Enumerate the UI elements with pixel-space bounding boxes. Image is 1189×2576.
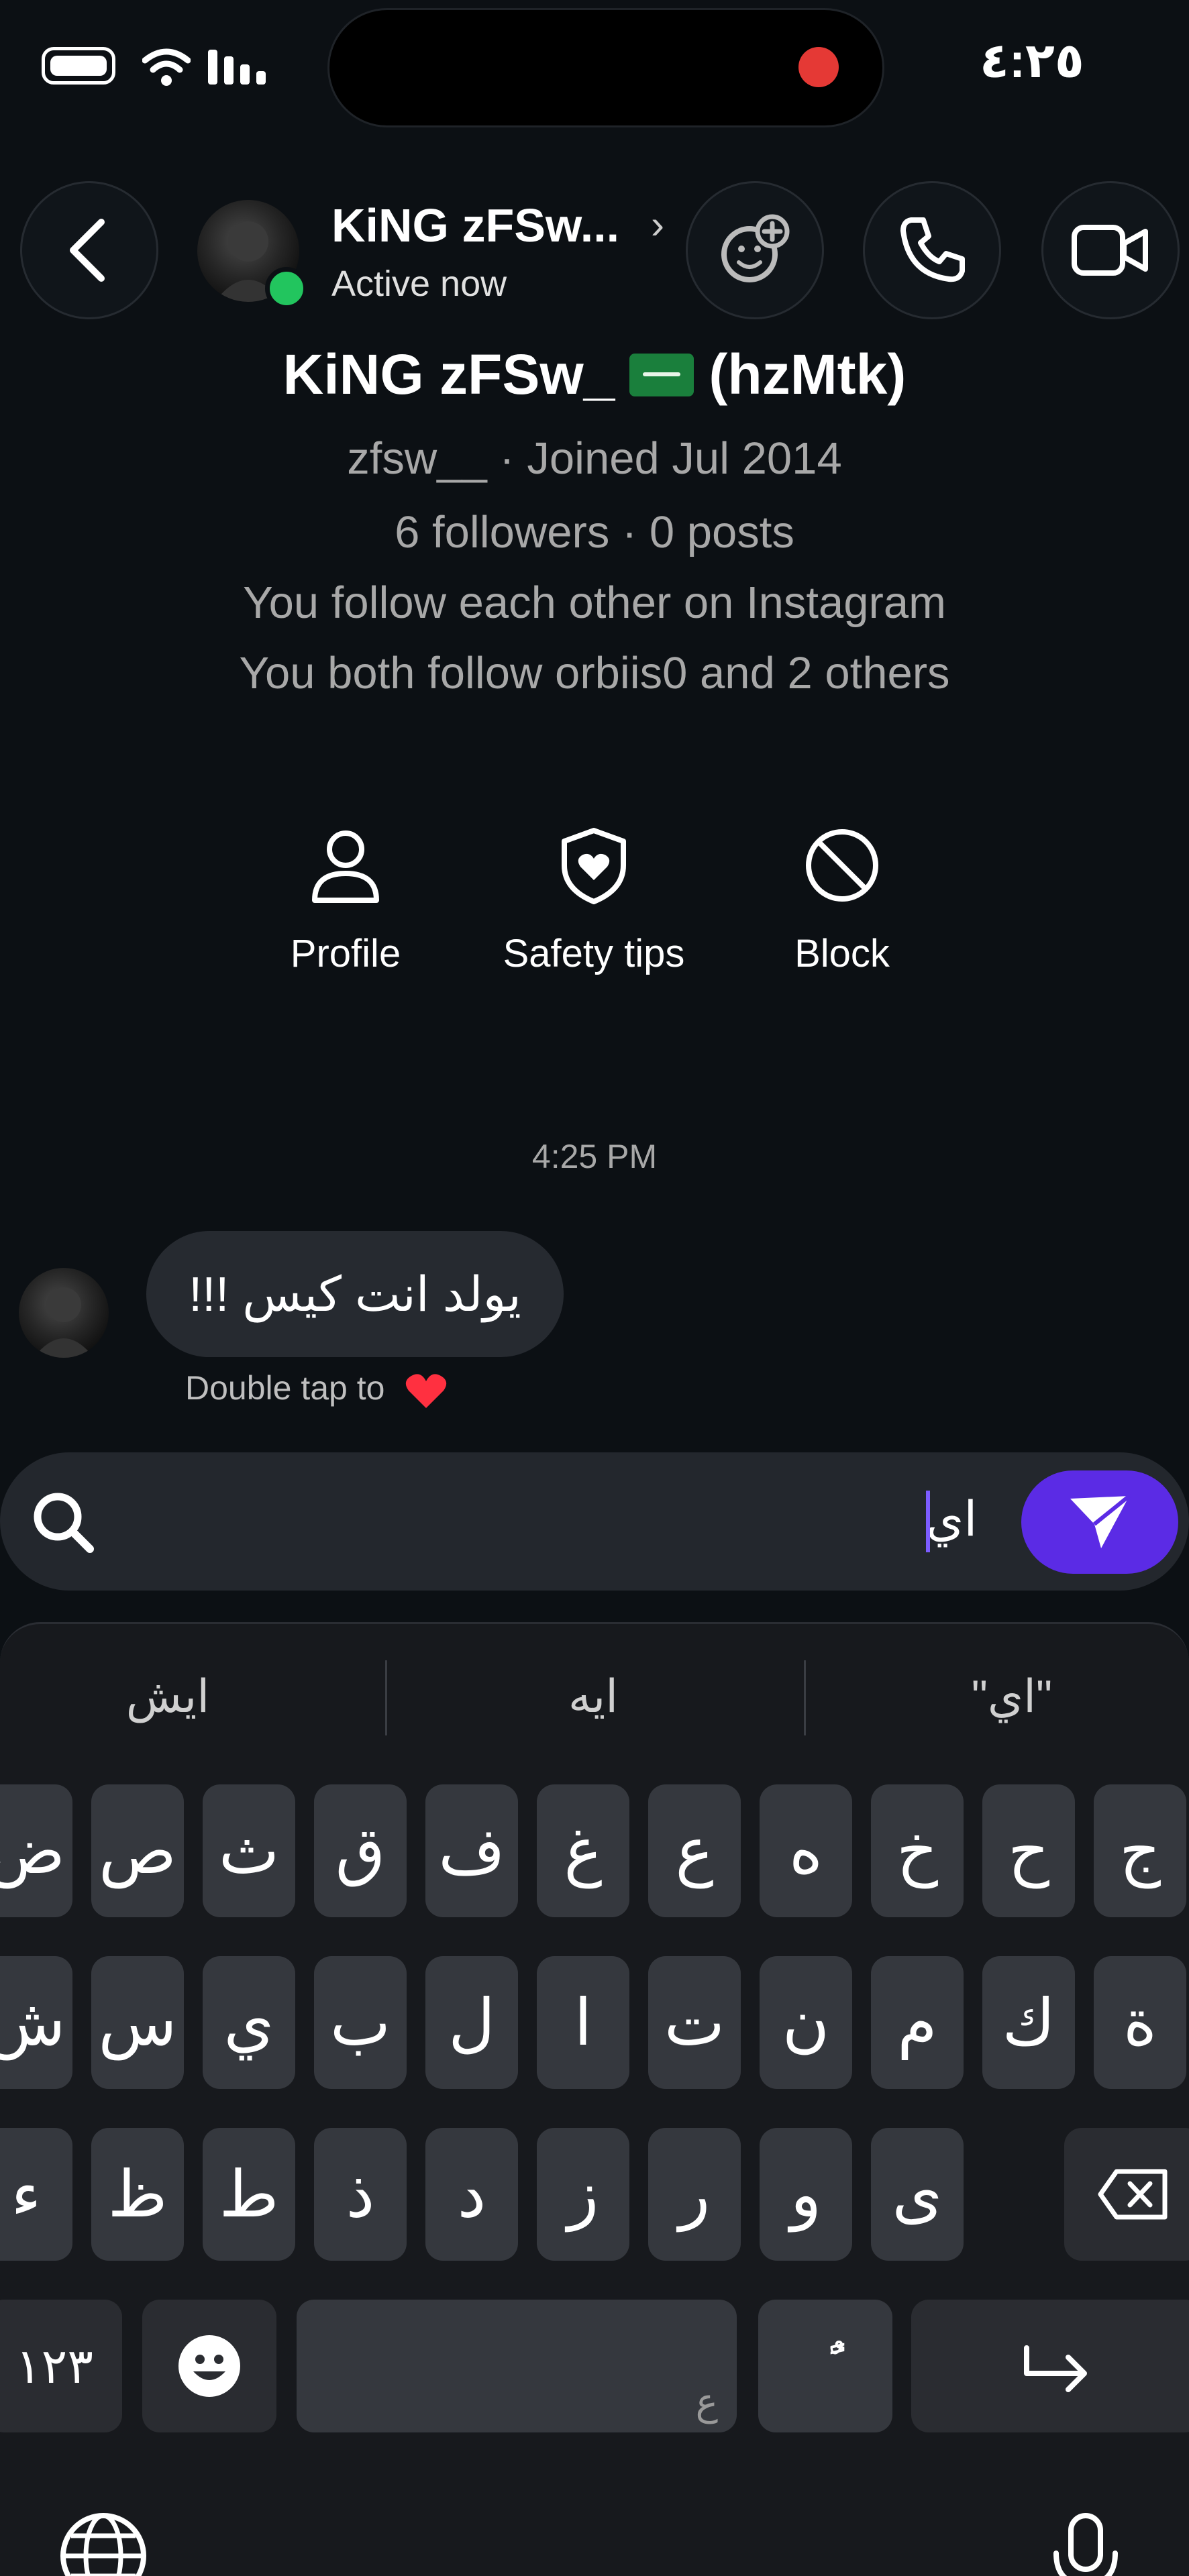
message-bubble[interactable]: يولد انت كيس !!!	[146, 1231, 564, 1357]
key-row3-5[interactable]: ز	[537, 2128, 629, 2261]
key-row2-8[interactable]: م	[871, 1956, 964, 2089]
battery-icon	[42, 47, 115, 85]
safety-tips-label: Safety tips	[503, 932, 685, 975]
numbers-key[interactable]: ١٢٣	[0, 2300, 122, 2432]
message-composer	[0, 1452, 1189, 1591]
recording-indicator	[798, 47, 839, 87]
saudi-flag-icon	[629, 353, 694, 396]
delete-icon	[1098, 2169, 1168, 2220]
suggestion-1[interactable]: ايش	[0, 1670, 356, 1723]
profile-common-line: You both follow orbiis0 and 2 others	[239, 648, 950, 698]
text-cursor	[926, 1491, 930, 1552]
suggestion-2[interactable]: ايه	[405, 1670, 781, 1723]
chevron-left-icon	[70, 219, 105, 282]
key-row1-6[interactable]: ع	[648, 1784, 741, 1917]
key-row3-4[interactable]: د	[425, 2128, 518, 2261]
key-row1-9[interactable]: ح	[982, 1784, 1075, 1917]
key-row3-0[interactable]: ء	[0, 2128, 72, 2261]
key-row1-2[interactable]: ث	[203, 1784, 295, 1917]
back-button[interactable]	[20, 181, 158, 319]
key-row2-6[interactable]: ت	[648, 1956, 741, 2089]
block-label: Block	[794, 932, 890, 975]
backspace-key[interactable]	[1064, 2128, 1189, 2261]
key-row1-8[interactable]: خ	[871, 1784, 964, 1917]
search-icon[interactable]	[27, 1486, 101, 1560]
profile-mutual-line: You follow each other on Instagram	[243, 578, 946, 628]
key-row3-3[interactable]: ذ	[314, 2128, 407, 2261]
profile-nickname: (hzMtk)	[709, 343, 907, 406]
add-effect-icon	[721, 214, 790, 282]
key-row3-1[interactable]: ظ	[91, 2128, 184, 2261]
header-status: Active now	[331, 264, 507, 304]
person-icon	[312, 830, 379, 903]
shield-heart-icon	[562, 828, 626, 904]
header-contact-name[interactable]: KiNG zFSw...	[331, 199, 619, 252]
profile-action-label: Profile	[290, 932, 401, 975]
globe-icon[interactable]	[56, 2509, 150, 2576]
profile-title: KiNG zFSw_ (hzMtk)	[0, 342, 1189, 407]
video-call-button[interactable]	[1041, 181, 1180, 319]
key-row1-0[interactable]: ض	[0, 1784, 72, 1917]
key-row3-7[interactable]: و	[760, 2128, 852, 2261]
key-row1-7[interactable]: ه	[760, 1784, 852, 1917]
key-row2-5[interactable]: ا	[537, 1956, 629, 2089]
key-row1-10[interactable]: ج	[1094, 1784, 1186, 1917]
audio-call-button[interactable]	[863, 181, 1001, 319]
status-bar: ٤:٢٥	[0, 0, 1189, 134]
diacritic-key[interactable]: ًٌ	[758, 2300, 892, 2432]
effects-button[interactable]	[686, 181, 824, 319]
send-icon	[1070, 1494, 1131, 1548]
profile-action-button[interactable]: Profile	[235, 825, 456, 976]
keyboard	[0, 1622, 1189, 2576]
video-icon	[1072, 225, 1148, 276]
key-row2-1[interactable]: س	[91, 1956, 184, 2089]
suggestion-divider	[385, 1660, 387, 1735]
wifi-icon	[142, 48, 191, 86]
status-time: ٤:٢٥	[980, 34, 1084, 88]
key-row1-5[interactable]: غ	[537, 1784, 629, 1917]
key-row1-3[interactable]: ق	[314, 1784, 407, 1917]
return-key[interactable]	[911, 2300, 1189, 2432]
key-row2-7[interactable]: ن	[760, 1956, 852, 2089]
screen: ٤:٢٥ KiNG zFSw... › Active now KiNG zFSw…	[0, 0, 1189, 2576]
profile-display-name: KiNG zFSw_	[282, 343, 615, 406]
key-row1-4[interactable]: ف	[425, 1784, 518, 1917]
suggestion-divider	[804, 1660, 806, 1735]
key-row2-3[interactable]: ب	[314, 1956, 407, 2089]
online-indicator	[265, 267, 308, 310]
message-input[interactable]: اي	[926, 1491, 977, 1547]
phone-icon	[900, 217, 965, 282]
space-key[interactable]: ع	[297, 2300, 737, 2432]
message-avatar[interactable]	[19, 1268, 109, 1358]
message-timestamp: 4:25 PM	[531, 1138, 658, 1175]
key-row1-1[interactable]: ص	[91, 1784, 184, 1917]
block-icon	[806, 829, 878, 902]
emoji-icon	[178, 2335, 240, 2397]
profile-stats-line: 6 followers · 0 posts	[395, 507, 794, 557]
signal-icon	[208, 50, 266, 85]
safety-tips-button[interactable]: Safety tips	[483, 825, 705, 976]
chevron-right-icon[interactable]: ›	[651, 201, 664, 248]
double-tap-hint: Double tap to	[185, 1368, 448, 1409]
send-button[interactable]	[1021, 1470, 1178, 1574]
block-button[interactable]: Block	[731, 825, 953, 976]
key-row2-0[interactable]: ش	[0, 1956, 72, 2089]
key-row3-2[interactable]: ط	[203, 2128, 295, 2261]
suggestion-3[interactable]: "اي"	[824, 1670, 1189, 1723]
double-tap-text: Double tap to	[185, 1369, 385, 1407]
return-icon	[1024, 2345, 1087, 2392]
space-hint: ع	[695, 2381, 718, 2423]
emoji-key[interactable]	[142, 2300, 276, 2432]
key-row2-9[interactable]: ك	[982, 1956, 1075, 2089]
profile-username-line: zfsw__ · Joined Jul 2014	[347, 433, 842, 484]
key-row2-10[interactable]: ة	[1094, 1956, 1186, 2089]
microphone-icon[interactable]	[1039, 2509, 1133, 2576]
key-row3-8[interactable]: ى	[871, 2128, 964, 2261]
key-row3-6[interactable]: ر	[648, 2128, 741, 2261]
key-row2-4[interactable]: ل	[425, 1956, 518, 2089]
heart-icon	[406, 1374, 447, 1408]
key-row2-2[interactable]: ي	[203, 1956, 295, 2089]
